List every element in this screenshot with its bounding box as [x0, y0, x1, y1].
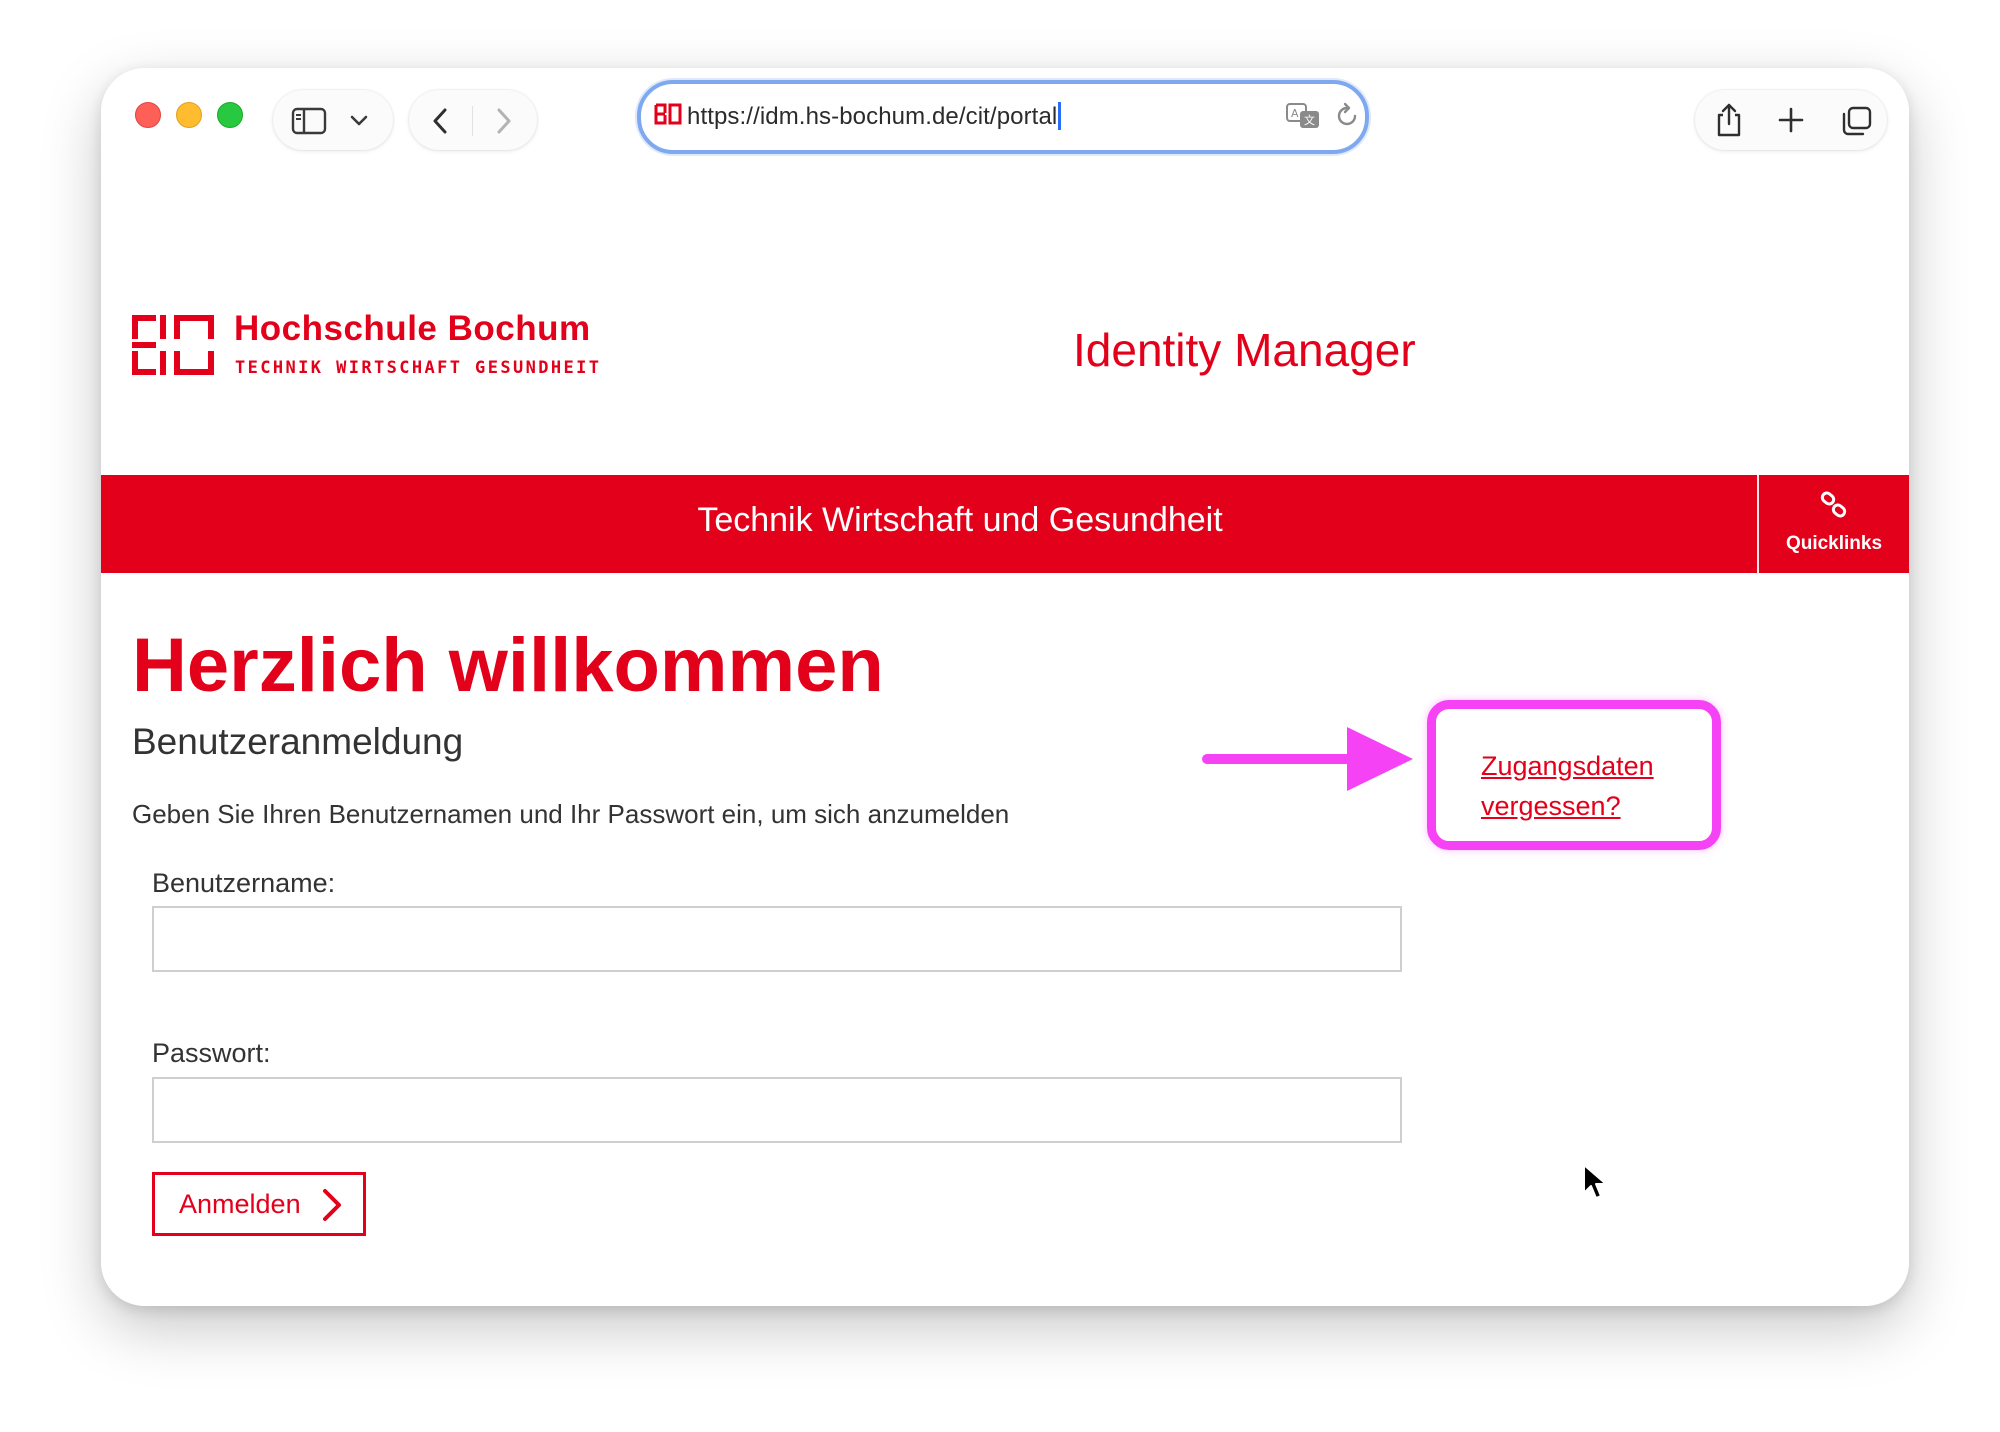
quicklinks-button[interactable]: Quicklinks — [1759, 475, 1909, 573]
svg-text:文: 文 — [1304, 113, 1315, 127]
bo-logo-icon — [654, 103, 682, 125]
annotation-arrow-icon — [1202, 727, 1413, 791]
reload-icon[interactable] — [1333, 102, 1361, 130]
username-input[interactable] — [152, 906, 1402, 972]
translate-icon[interactable]: A 文 — [1285, 102, 1321, 130]
forgot-credentials-link[interactable]: Zugangsdaten vergessen? — [1481, 746, 1701, 826]
share-icon[interactable] — [1713, 102, 1745, 138]
navigation-group — [409, 90, 537, 150]
username-label: Benutzername: — [152, 868, 336, 898]
login-instructions: Geben Sie Ihren Benutzernamen und Ihr Pa… — [132, 799, 1010, 829]
close-window-button[interactable] — [135, 102, 161, 128]
password-label: Passwort: — [152, 1038, 271, 1068]
quicklinks-label: Quicklinks — [1785, 533, 1883, 554]
back-icon[interactable] — [429, 106, 451, 136]
logo-name: Hochschule Bochum — [234, 309, 591, 348]
minimize-window-button[interactable] — [176, 102, 202, 128]
sidebar-toggle-group — [273, 90, 393, 150]
browser-window: https://idm.hs-bochum.de/cit/portal A 文 — [101, 68, 1909, 1306]
nav-divider — [472, 106, 473, 136]
password-input[interactable] — [152, 1077, 1402, 1143]
header-band: Technik Wirtschaft und Gesundheit Quickl… — [101, 475, 1909, 573]
forward-icon[interactable] — [493, 106, 515, 136]
new-tab-icon[interactable] — [1777, 106, 1805, 134]
login-button[interactable]: Anmelden — [152, 1172, 366, 1236]
mouse-cursor-icon — [1583, 1164, 1607, 1199]
tabs-overview-icon[interactable] — [1839, 105, 1873, 137]
browser-toolbar: https://idm.hs-bochum.de/cit/portal A 文 — [101, 68, 1909, 188]
chevron-down-icon[interactable] — [349, 114, 369, 128]
svg-text:A: A — [1291, 107, 1299, 120]
url-text[interactable]: https://idm.hs-bochum.de/cit/portal — [687, 102, 1062, 131]
login-button-label: Anmelden — [179, 1189, 301, 1219]
zoom-window-button[interactable] — [217, 102, 243, 128]
logo-tagline: TECHNIK WIRTSCHAFT GESUNDHEIT — [235, 358, 602, 378]
band-title: Technik Wirtschaft und Gesundheit — [697, 501, 1223, 539]
link-icon — [1820, 491, 1847, 518]
welcome-heading: Herzlich willkommen — [132, 623, 884, 708]
app-title: Identity Manager — [1073, 324, 1416, 376]
web-page: Hochschule Bochum TECHNIK WIRTSCHAFT GES… — [101, 188, 1909, 1306]
hochschule-bochum-logo[interactable] — [132, 315, 214, 375]
toolbar-actions-group — [1695, 90, 1887, 150]
address-bar[interactable]: https://idm.hs-bochum.de/cit/portal A 文 — [637, 80, 1369, 154]
login-subheading: Benutzeranmeldung — [132, 721, 464, 762]
sidebar-icon[interactable] — [291, 107, 327, 135]
chevron-right-icon — [323, 1189, 341, 1221]
text-caret — [1058, 102, 1062, 130]
